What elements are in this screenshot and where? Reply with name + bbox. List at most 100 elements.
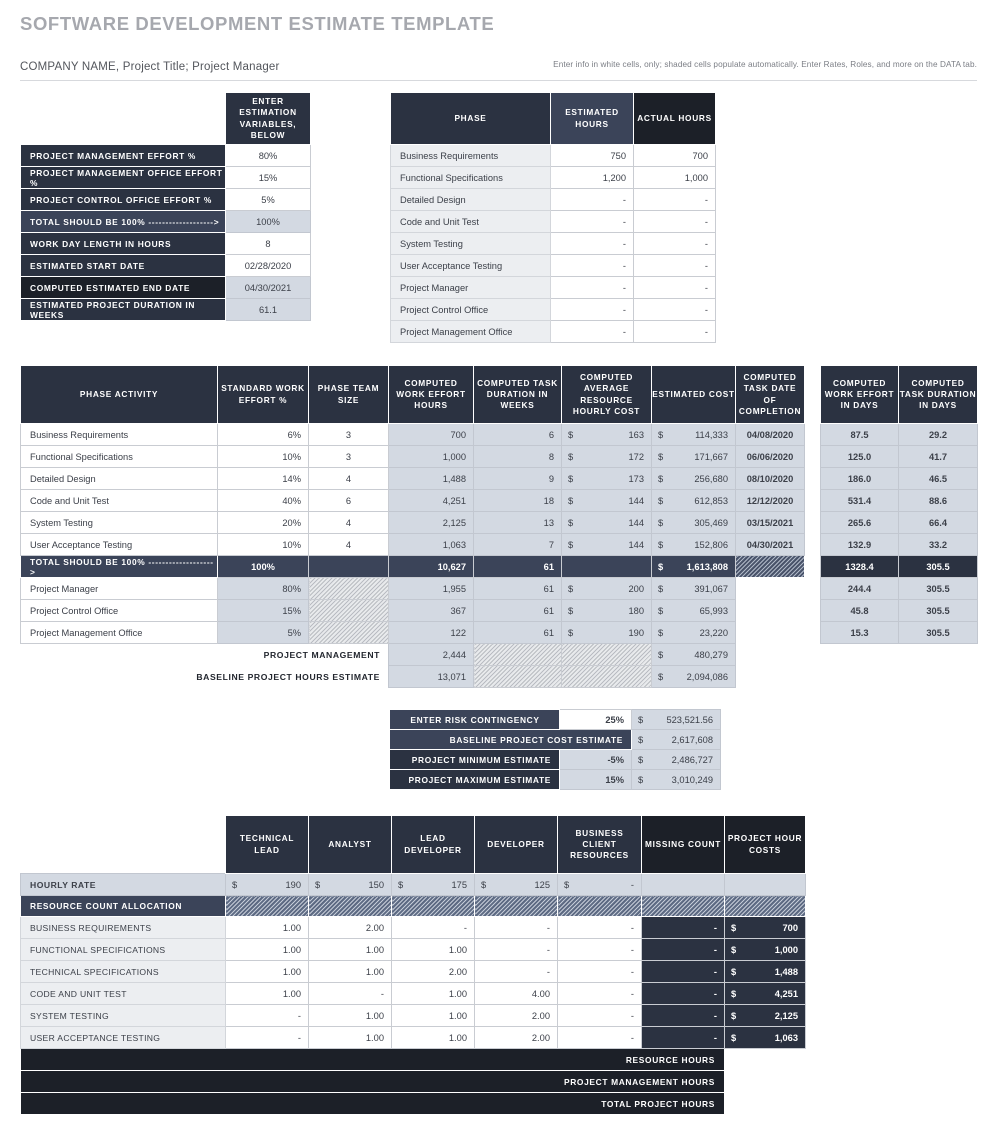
- phase-actual-hours[interactable]: -: [633, 276, 716, 299]
- allocation-count[interactable]: -: [474, 938, 558, 961]
- allocation-count[interactable]: -: [225, 1004, 309, 1027]
- hourly-rate-value[interactable]: $175: [391, 873, 475, 896]
- allocation-count[interactable]: 1.00: [391, 982, 475, 1005]
- vars-row-value[interactable]: 02/28/2020: [225, 254, 311, 277]
- allocation-count[interactable]: 1.00: [391, 1026, 475, 1049]
- hourly-rate-value[interactable]: $125: [474, 873, 558, 896]
- phase-estimated-hours[interactable]: -: [550, 320, 634, 343]
- allocation-count[interactable]: -: [557, 916, 642, 939]
- activity-effort-pct[interactable]: 6%: [217, 423, 309, 446]
- activity-effort-pct[interactable]: 10%: [217, 533, 309, 556]
- vars-row-value[interactable]: 15%: [225, 166, 311, 189]
- mgmt-name: Project Management Office: [20, 621, 218, 644]
- mgmt-team-hatch: [308, 577, 389, 600]
- phase-actual-hours[interactable]: -: [633, 232, 716, 255]
- phase-estimated-hours[interactable]: 750: [550, 144, 634, 167]
- activity-effort-pct[interactable]: 10%: [217, 445, 309, 468]
- activity-effort-pct[interactable]: 20%: [217, 511, 309, 534]
- risk-amount: $2,617,608: [631, 729, 721, 750]
- activity-work-hours: 700: [388, 423, 474, 446]
- phase-actual-hours[interactable]: -: [633, 188, 716, 211]
- allocation-count[interactable]: 2.00: [474, 1004, 558, 1027]
- phase-actual-hours[interactable]: 1,000: [633, 166, 716, 189]
- allocation-count[interactable]: -: [474, 916, 558, 939]
- risk-amount: $3,010,249: [631, 769, 721, 790]
- allocation-count[interactable]: 1.00: [225, 938, 309, 961]
- activity-effort-pct[interactable]: 14%: [217, 467, 309, 490]
- phase-estimated-hours[interactable]: -: [550, 276, 634, 299]
- phase-estimated-hours[interactable]: -: [550, 232, 634, 255]
- table-row: 125.0 41.7: [820, 445, 978, 468]
- allocation-missing-count: -: [641, 960, 725, 983]
- risk-percent[interactable]: 25%: [559, 709, 632, 730]
- summary-label: BASELINE PROJECT HOURS ESTIMATE: [196, 671, 380, 682]
- mgmt-effort-pct[interactable]: 5%: [217, 621, 309, 644]
- phase-actual-hours[interactable]: -: [633, 254, 716, 277]
- mgmt-effort-pct[interactable]: 15%: [217, 599, 309, 622]
- allocation-count[interactable]: 1.00: [391, 938, 475, 961]
- phase-actual-hours[interactable]: 700: [633, 144, 716, 167]
- allocation-count[interactable]: 2.00: [474, 1026, 558, 1049]
- allocation-count[interactable]: -: [225, 1026, 309, 1049]
- allocation-hour-cost: $4,251: [724, 982, 806, 1005]
- activity-team-size[interactable]: 4: [308, 511, 389, 534]
- phase-estimated-hours[interactable]: -: [550, 298, 634, 321]
- activity-team-size[interactable]: 3: [308, 423, 389, 446]
- phase-estimated-hours[interactable]: -: [550, 188, 634, 211]
- activity-team-size[interactable]: 6: [308, 489, 389, 512]
- activity-work-hours: 1,000: [388, 445, 474, 468]
- allocation-count[interactable]: 2.00: [391, 960, 475, 983]
- allocation-count[interactable]: -: [557, 1026, 642, 1049]
- allocation-count[interactable]: -: [557, 960, 642, 983]
- vars-row-label: ESTIMATED PROJECT DURATION IN WEEKS: [20, 298, 226, 321]
- activity-team-size[interactable]: 4: [308, 533, 389, 556]
- allocation-count[interactable]: 1.00: [308, 1026, 392, 1049]
- allocation-count[interactable]: -: [557, 982, 642, 1005]
- phase-estimated-hours[interactable]: -: [550, 210, 634, 233]
- phase-actual-hours[interactable]: -: [633, 320, 716, 343]
- allocation-count[interactable]: 1.00: [391, 1004, 475, 1027]
- activity-team-size[interactable]: 4: [308, 467, 389, 490]
- activity-effort-pct[interactable]: 40%: [217, 489, 309, 512]
- mgmt-blank: [736, 578, 805, 600]
- allocation-count[interactable]: -: [557, 1004, 642, 1027]
- activity-name: Functional Specifications: [20, 445, 218, 468]
- table-row: BASELINE PROJECT HOURS ESTIMATE 13,071 $2,…: [21, 665, 805, 688]
- allocation-count[interactable]: 1.00: [308, 1004, 392, 1027]
- hourly-rate-value[interactable]: $150: [308, 873, 392, 896]
- hourly-rate-value[interactable]: $190: [225, 873, 309, 896]
- vars-row-value[interactable]: 5%: [225, 188, 311, 211]
- allocation-count[interactable]: -: [391, 916, 475, 939]
- risk-body: ENTER RISK CONTINGENCY 25% $523,521.56 BASE…: [389, 709, 721, 790]
- allocation-count[interactable]: 4.00: [474, 982, 558, 1005]
- mgmt-estimated-cost: $23,220: [651, 621, 736, 644]
- risk-amount: $523,521.56: [631, 709, 721, 730]
- activity-estimated-cost: $256,680: [651, 467, 736, 490]
- instructions-text: Enter info in white cells, only; shaded …: [553, 60, 977, 69]
- phase-actual-hours[interactable]: -: [633, 210, 716, 233]
- table-row: Functional Specifications 10% 3 1,000 8 $172 $…: [20, 445, 805, 468]
- allocation-count[interactable]: 1.00: [225, 960, 309, 983]
- allocation-count[interactable]: -: [474, 960, 558, 983]
- vars-row-value[interactable]: 8: [225, 232, 311, 255]
- allocation-count[interactable]: 1.00: [225, 982, 309, 1005]
- table-row: TOTAL SHOULD BE 100% -------------------…: [20, 555, 805, 578]
- vars-row-value[interactable]: 80%: [225, 144, 311, 167]
- allocation-count[interactable]: 2.00: [308, 916, 392, 939]
- hourly-rate-value[interactable]: $ -: [557, 873, 642, 896]
- phase-actual-hours[interactable]: -: [633, 298, 716, 321]
- allocation-count[interactable]: 1.00: [308, 938, 392, 961]
- allocation-count[interactable]: -: [308, 982, 392, 1005]
- activity-team-size[interactable]: 3: [308, 445, 389, 468]
- act-h-rate: COMPUTED AVERAGE RESOURCE HOURLY COST: [561, 365, 652, 424]
- activity-completion-date: 08/10/2020: [735, 467, 805, 490]
- subtitle-row: COMPANY NAME, Project Title; Project Man…: [20, 57, 977, 79]
- phase-estimated-hours[interactable]: 1,200: [550, 166, 634, 189]
- allocation-count[interactable]: 1.00: [308, 960, 392, 983]
- phase-estimated-hours[interactable]: -: [550, 254, 634, 277]
- allocation-count[interactable]: 1.00: [225, 916, 309, 939]
- allocation-count[interactable]: -: [557, 938, 642, 961]
- days-task-duration: 305.5: [898, 555, 978, 578]
- mgmt-effort-pct[interactable]: 80%: [217, 577, 309, 600]
- mgmt-team-hatch: [308, 599, 389, 622]
